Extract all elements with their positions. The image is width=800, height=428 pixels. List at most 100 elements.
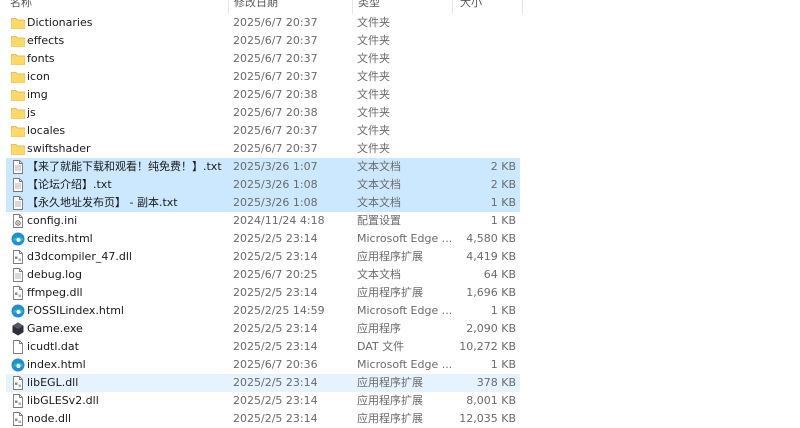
file-name: 【论坛介绍】.txt <box>27 178 112 191</box>
file-row[interactable]: js 2025/6/7 20:38 文件夹 <box>6 104 520 122</box>
folder-icon <box>10 86 26 104</box>
file-modified-date: 2025/2/5 23:14 <box>233 322 318 335</box>
file-row[interactable]: icudtl.dat 2025/2/5 23:14 DAT 文件 10,272 KB <box>6 338 520 356</box>
file-row[interactable]: Dictionaries 2025/6/7 20:37 文件夹 <box>6 14 520 32</box>
folder-icon <box>10 14 26 32</box>
file-type: 文件夹 <box>357 106 390 119</box>
file-modified-date: 2025/6/7 20:38 <box>233 88 318 101</box>
column-header-bar: 名称 修改日期 类型 大小 <box>0 0 800 14</box>
file-name: js <box>27 106 36 119</box>
file-row[interactable]: 【来了就能下载和观看！纯免费！】.txt 2025/3/26 1:07 文本文档 2 … <box>6 158 520 176</box>
column-header-name[interactable]: 名称 <box>10 0 32 12</box>
file-name: Dictionaries <box>27 16 93 29</box>
file-size: 10,272 KB <box>459 340 516 353</box>
file-row[interactable]: config.ini 2024/11/24 4:18 配置设置 1 KB <box>6 212 520 230</box>
file-row[interactable]: img 2025/6/7 20:38 文件夹 <box>6 86 520 104</box>
file-size <box>446 140 516 158</box>
file-row[interactable]: 【永久地址发布页】 - 副本.txt 2025/3/26 1:08 文本文档 1 KB <box>6 194 520 212</box>
file-row[interactable]: node.dll 2025/2/5 23:14 应用程序扩展 12,035 KB <box>6 410 520 428</box>
file-name: icudtl.dat <box>27 340 79 353</box>
file-type: 应用程序扩展 <box>357 250 423 263</box>
file-size: 2 KB <box>490 178 516 191</box>
file-name: img <box>27 88 48 101</box>
file-size <box>446 86 516 104</box>
dll-file-icon <box>10 284 26 302</box>
file-size: 1 KB <box>490 358 516 371</box>
file-name: locales <box>27 124 66 137</box>
file-row[interactable]: effects 2025/6/7 20:37 文件夹 <box>6 32 520 50</box>
file-size <box>446 104 516 122</box>
file-name: debug.log <box>27 268 82 281</box>
file-name: libGLESv2.dll <box>27 394 99 407</box>
column-header-date[interactable]: 修改日期 <box>234 0 278 12</box>
file-modified-date: 2025/6/7 20:37 <box>233 124 318 137</box>
file-size: 1 KB <box>490 304 516 317</box>
file-row[interactable]: debug.log 2025/6/7 20:25 文本文档 64 KB <box>6 266 520 284</box>
file-size <box>446 122 516 140</box>
file-row[interactable]: swiftshader 2025/6/7 20:37 文件夹 <box>6 140 520 158</box>
file-modified-date: 2025/6/7 20:36 <box>233 358 318 371</box>
file-row[interactable]: index.html 2025/6/7 20:36 Microsoft Edge .… <box>6 356 520 374</box>
file-size: 64 KB <box>483 268 516 281</box>
text-file-icon <box>10 176 26 194</box>
dll-file-icon <box>10 374 26 392</box>
file-modified-date: 2025/6/7 20:38 <box>233 106 318 119</box>
file-name: Game.exe <box>27 322 83 335</box>
column-header-size[interactable]: 大小 <box>460 0 482 12</box>
file-size: 378 KB <box>476 376 516 389</box>
file-type: 文本文档 <box>357 196 401 209</box>
column-divider[interactable] <box>352 0 353 14</box>
column-divider[interactable] <box>522 0 523 14</box>
file-row[interactable]: FOSSILindex.html 2025/2/25 14:59 Microsoft… <box>6 302 520 320</box>
file-name: 【来了就能下载和观看！纯免费！】.txt <box>27 160 222 173</box>
file-row[interactable]: libGLESv2.dll 2025/2/5 23:14 应用程序扩展 8,001 K… <box>6 392 520 410</box>
folder-icon <box>10 104 26 122</box>
text-file-icon <box>10 194 26 212</box>
file-row[interactable]: libEGL.dll 2025/2/5 23:14 应用程序扩展 378 KB <box>6 374 520 392</box>
file-size: 2 KB <box>490 160 516 173</box>
file-name: fonts <box>27 52 55 65</box>
file-type: 文件夹 <box>357 52 390 65</box>
file-modified-date: 2025/2/5 23:14 <box>233 394 318 407</box>
file-name: icon <box>27 70 50 83</box>
dll-file-icon <box>10 410 26 428</box>
edge-icon <box>10 356 26 374</box>
file-size: 2,090 KB <box>466 322 516 335</box>
folder-icon <box>10 32 26 50</box>
edge-icon <box>10 302 26 320</box>
file-type: 文件夹 <box>357 34 390 47</box>
file-name: config.ini <box>27 214 78 227</box>
file-type: 文本文档 <box>357 178 401 191</box>
file-size <box>446 14 516 32</box>
file-row[interactable]: icon 2025/6/7 20:37 文件夹 <box>6 68 520 86</box>
dll-file-icon <box>10 392 26 410</box>
edge-icon <box>10 230 26 248</box>
file-row[interactable]: Game.exe 2025/2/5 23:14 应用程序 2,090 KB <box>6 320 520 338</box>
file-type: 应用程序扩展 <box>357 394 423 407</box>
file-type: 文件夹 <box>357 124 390 137</box>
file-row[interactable]: d3dcompiler_47.dll 2025/2/5 23:14 应用程序扩展 4,… <box>6 248 520 266</box>
file-modified-date: 2025/3/26 1:08 <box>233 178 318 191</box>
column-divider[interactable] <box>452 0 453 14</box>
file-modified-date: 2025/2/5 23:14 <box>233 286 318 299</box>
file-type: 文本文档 <box>357 160 401 173</box>
file-type: 应用程序 <box>357 322 401 335</box>
folder-icon <box>10 140 26 158</box>
file-modified-date: 2025/2/5 23:14 <box>233 250 318 263</box>
file-row[interactable]: credits.html 2025/2/5 23:14 Microsoft Edge… <box>6 230 520 248</box>
file-name: index.html <box>27 358 86 371</box>
file-modified-date: 2025/6/7 20:37 <box>233 16 318 29</box>
file-size: 1 KB <box>490 214 516 227</box>
file-row[interactable]: 【论坛介绍】.txt 2025/3/26 1:08 文本文档 2 KB <box>6 176 520 194</box>
column-header-type[interactable]: 类型 <box>358 0 380 12</box>
column-divider[interactable] <box>228 0 229 14</box>
file-row[interactable]: fonts 2025/6/7 20:37 文件夹 <box>6 50 520 68</box>
file-modified-date: 2025/2/25 14:59 <box>233 304 325 317</box>
file-size <box>446 68 516 86</box>
file-row[interactable]: ffmpeg.dll 2025/2/5 23:14 应用程序扩展 1,696 KB <box>6 284 520 302</box>
file-modified-date: 2025/6/7 20:37 <box>233 34 318 47</box>
file-row[interactable]: locales 2025/6/7 20:37 文件夹 <box>6 122 520 140</box>
text-file-icon <box>10 266 26 284</box>
file-modified-date: 2025/3/26 1:07 <box>233 160 318 173</box>
file-modified-date: 2025/2/5 23:14 <box>233 412 318 425</box>
